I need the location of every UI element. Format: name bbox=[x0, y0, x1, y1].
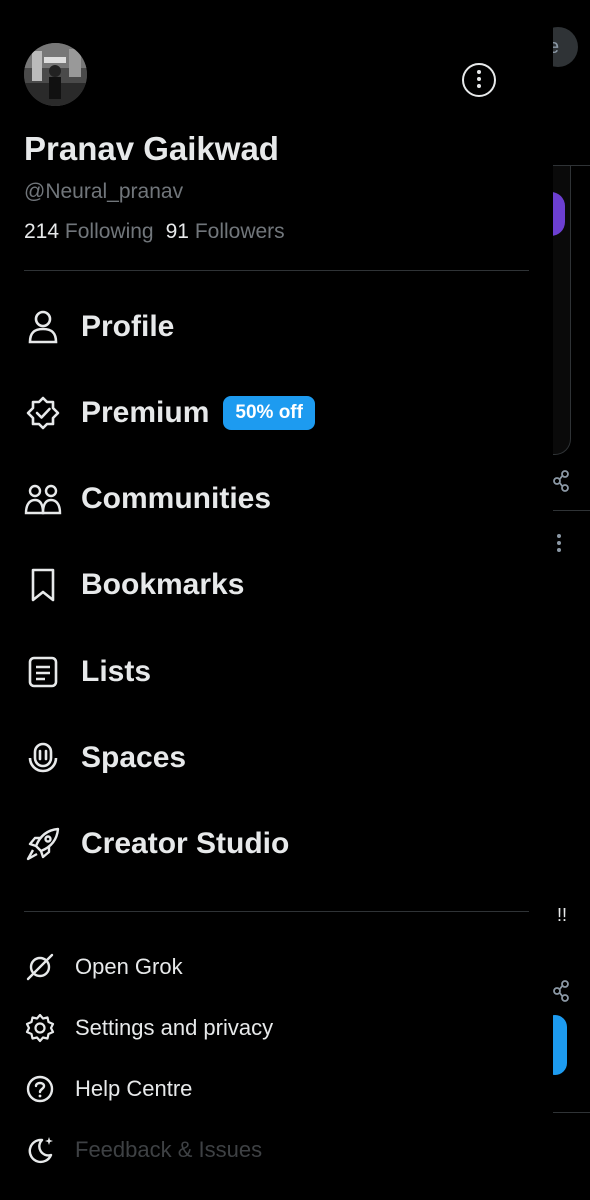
person-icon bbox=[24, 308, 62, 346]
background-divider bbox=[553, 1112, 590, 1113]
nav-label: Premium bbox=[81, 396, 210, 429]
more-vertical-icon[interactable] bbox=[555, 532, 563, 559]
nav-label: Lists bbox=[81, 655, 152, 688]
follow-stats: 214 Following 91 Followers bbox=[24, 220, 285, 244]
avatar[interactable] bbox=[24, 43, 87, 106]
following-count: 214 bbox=[24, 220, 60, 243]
divider bbox=[24, 270, 529, 271]
avatar-photo bbox=[24, 43, 87, 106]
menu-item-feedback[interactable]: Feedback & Issues bbox=[24, 1128, 529, 1172]
nav-label: Bookmarks bbox=[81, 568, 245, 601]
menu-item-help-centre[interactable]: Help Centre bbox=[24, 1067, 529, 1111]
rocket-icon bbox=[24, 825, 62, 863]
navigation-drawer: Pranav Gaikwad @Neural_pranav 214 Follow… bbox=[0, 0, 553, 1200]
nav-item-communities[interactable]: Communities bbox=[24, 471, 529, 527]
menu-item-settings[interactable]: Settings and privacy bbox=[24, 1006, 529, 1050]
profile-name[interactable]: Pranav Gaikwad bbox=[24, 130, 279, 168]
nav-label: Creator Studio bbox=[81, 827, 290, 860]
nav-item-creator-studio[interactable]: Creator Studio bbox=[24, 816, 529, 872]
menu-item-open-grok[interactable]: Open Grok bbox=[24, 945, 529, 989]
alert-text: !! bbox=[557, 905, 568, 925]
more-options-icon[interactable] bbox=[462, 63, 496, 97]
verified-badge-icon bbox=[24, 394, 62, 432]
menu-label: Open Grok bbox=[75, 954, 183, 979]
following-label: Following bbox=[64, 220, 154, 243]
followers-link[interactable]: 91 Followers bbox=[166, 220, 285, 243]
menu-label: Settings and privacy bbox=[75, 1015, 274, 1040]
moon-sparkle-icon bbox=[24, 1134, 56, 1166]
nav-item-premium[interactable]: Premium 50% off bbox=[24, 385, 529, 441]
followers-label: Followers bbox=[194, 220, 285, 243]
nav-item-lists[interactable]: Lists bbox=[24, 644, 529, 700]
following-link[interactable]: 214 Following bbox=[24, 220, 154, 243]
followers-count: 91 bbox=[165, 220, 189, 243]
menu-label: Help Centre bbox=[75, 1076, 193, 1101]
nav-label: Communities bbox=[81, 482, 272, 515]
grok-icon bbox=[24, 951, 56, 983]
list-icon bbox=[24, 653, 62, 691]
discount-badge: 50% off bbox=[223, 396, 315, 430]
nav-item-bookmarks[interactable]: Bookmarks bbox=[24, 557, 529, 613]
background-divider bbox=[553, 510, 590, 511]
menu-label: Feedback & Issues bbox=[75, 1137, 263, 1162]
divider bbox=[24, 911, 529, 912]
nav-item-profile[interactable]: Profile bbox=[24, 299, 529, 355]
profile-handle: @Neural_pranav bbox=[24, 180, 184, 203]
background-app: !! bbox=[537, 0, 590, 1200]
nav-label: Spaces bbox=[81, 741, 187, 774]
communities-icon bbox=[24, 480, 62, 518]
share-icon[interactable] bbox=[553, 470, 571, 497]
gear-icon bbox=[24, 1012, 56, 1044]
spaces-icon bbox=[24, 739, 62, 777]
nav-item-spaces[interactable]: Spaces bbox=[24, 730, 529, 786]
share-icon[interactable] bbox=[553, 980, 571, 1007]
bookmark-icon bbox=[24, 566, 62, 604]
help-icon bbox=[24, 1073, 56, 1105]
nav-label: Profile bbox=[81, 310, 175, 343]
